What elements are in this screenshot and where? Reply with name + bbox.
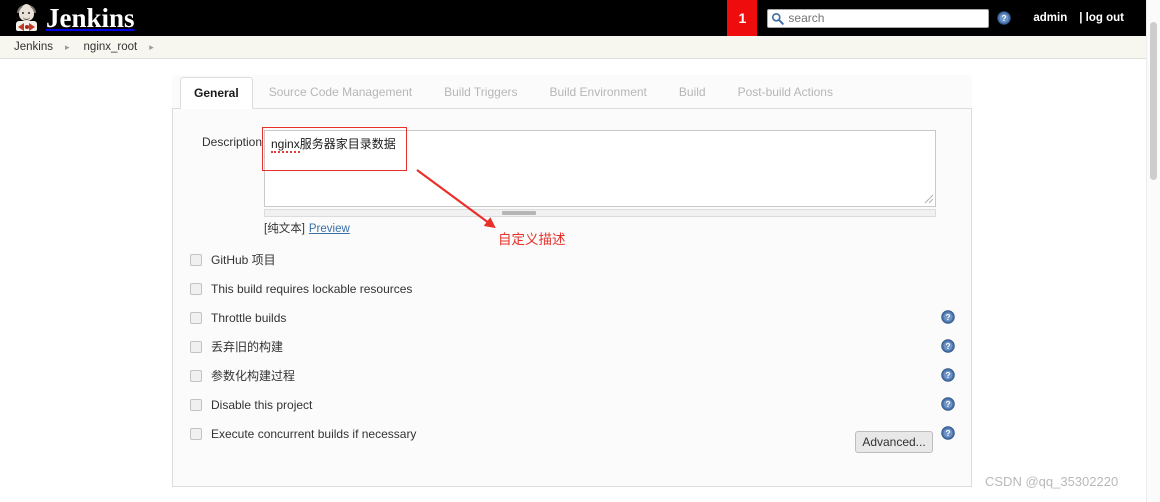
checkbox-github-project[interactable] (190, 253, 202, 266)
config-tab-bar: General Source Code Management Build Tri… (172, 75, 972, 109)
label-disable-project[interactable]: Disable this project (211, 398, 312, 412)
option-row-concurrent-builds[interactable]: Execute concurrent builds if necessary ? (172, 419, 972, 448)
label-concurrent-builds[interactable]: Execute concurrent builds if necessary (211, 427, 416, 441)
tab-source-code-management[interactable]: Source Code Management (253, 85, 428, 108)
help-icon-parameterized-build[interactable]: ? (941, 368, 955, 382)
tab-build-triggers[interactable]: Build Triggers (428, 85, 533, 108)
help-icon-concurrent-builds[interactable]: ? (941, 426, 955, 440)
help-icon-throttle-builds[interactable]: ? (941, 310, 955, 324)
description-footer: [纯文本] Preview (264, 220, 350, 236)
tab-general[interactable]: General (180, 77, 253, 109)
checkbox-concurrent-builds[interactable] (190, 427, 202, 440)
help-icon-discard-old-builds[interactable]: ? (941, 339, 955, 353)
advanced-button[interactable]: Advanced... (855, 431, 933, 453)
svg-text:?: ? (945, 370, 950, 380)
description-scrollbar-thumb[interactable] (502, 211, 536, 215)
checkbox-throttle-builds[interactable] (190, 311, 202, 324)
watermark-text: CSDN @qq_35302220 (985, 474, 1119, 489)
help-icon-disable-project[interactable]: ? (941, 397, 955, 411)
description-label: Description (202, 135, 263, 149)
checkbox-disable-project[interactable] (190, 398, 202, 411)
checkbox-discard-old-builds[interactable] (190, 340, 202, 353)
header-right-group: 1 ? admin | log out (727, 0, 1146, 36)
breadcrumb-separator: ▸ (65, 41, 70, 52)
help-icon[interactable]: ? (997, 11, 1012, 25)
jenkins-home-link[interactable]: Jenkins (0, 0, 135, 36)
label-parameterized-build[interactable]: 参数化构建过程 (211, 367, 295, 384)
preview-link[interactable]: Preview (309, 223, 350, 235)
logout-link[interactable]: | log out (1079, 12, 1124, 24)
tab-build[interactable]: Build (663, 85, 722, 108)
checkbox-parameterized-build[interactable] (190, 369, 202, 382)
notification-badge[interactable]: 1 (727, 0, 758, 36)
search-box (767, 8, 990, 28)
option-row-lockable-resources[interactable]: This build requires lockable resources (172, 274, 972, 303)
brand-name: Jenkins (46, 3, 135, 33)
svg-text:?: ? (945, 312, 950, 322)
build-options-list: GitHub 项目 This build requires lockable r… (172, 245, 972, 448)
tab-post-build-actions[interactable]: Post-build Actions (722, 85, 849, 108)
page-scrollbar-thumb[interactable] (1150, 22, 1157, 180)
breadcrumb-separator: ▸ (149, 41, 154, 52)
breadcrumb: Jenkins ▸ nginx_root ▸ (0, 36, 1146, 59)
option-row-disable-project[interactable]: Disable this project ? (172, 390, 972, 419)
checkbox-lockable-resources[interactable] (190, 282, 202, 295)
label-lockable-resources[interactable]: This build requires lockable resources (211, 282, 412, 296)
svg-text:?: ? (945, 399, 950, 409)
top-header-bar: Jenkins 1 ? admin | log out (0, 0, 1146, 36)
label-github-project[interactable]: GitHub 项目 (211, 251, 276, 268)
svg-text:?: ? (945, 428, 950, 438)
breadcrumb-item-jenkins[interactable]: Jenkins (0, 41, 53, 53)
option-row-discard-old-builds[interactable]: 丢弃旧的构建 ? (172, 332, 972, 361)
svg-text:?: ? (1002, 13, 1007, 23)
option-row-github-project[interactable]: GitHub 项目 (172, 245, 972, 274)
option-row-throttle-builds[interactable]: Throttle builds ? (172, 303, 972, 332)
description-horizontal-scrollbar[interactable] (264, 209, 936, 217)
label-throttle-builds[interactable]: Throttle builds (211, 311, 286, 325)
tab-build-environment[interactable]: Build Environment (534, 85, 663, 108)
jenkins-butler-icon (14, 4, 40, 32)
label-discard-old-builds[interactable]: 丢弃旧的构建 (211, 338, 283, 355)
user-account-link[interactable]: admin (1033, 12, 1067, 24)
svg-text:?: ? (945, 341, 950, 351)
option-row-parameterized-build[interactable]: 参数化构建过程 ? (172, 361, 972, 390)
search-input[interactable] (767, 8, 990, 28)
breadcrumb-item-nginx-root[interactable]: nginx_root (70, 41, 138, 53)
description-input[interactable] (264, 130, 936, 207)
description-format-label: [纯文本] (264, 223, 305, 235)
